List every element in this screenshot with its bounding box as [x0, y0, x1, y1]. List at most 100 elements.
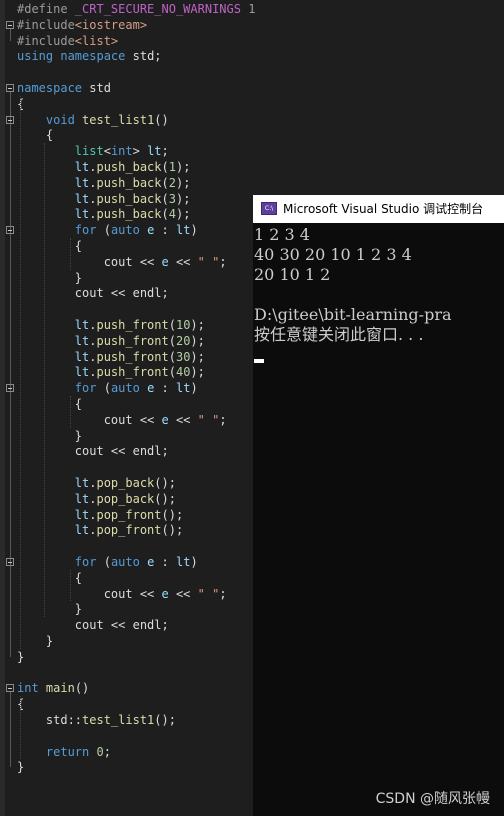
code-token: > [132, 144, 148, 159]
code-token: ( [161, 207, 169, 222]
code-line: using namespace std; [17, 48, 162, 64]
fold-toggle-icon[interactable] [6, 384, 14, 393]
code-token: ; [161, 144, 169, 159]
code-token: lt [74, 507, 90, 522]
code-token: { [17, 397, 83, 411]
code-line: namespace std [17, 80, 111, 96]
fold-toggle-icon[interactable] [6, 558, 14, 566]
code-token: cout << endl; [17, 286, 169, 301]
indent-guide [70, 396, 71, 428]
code-token: ( [161, 160, 169, 174]
code-token: } [17, 270, 83, 285]
code-token: : [154, 381, 176, 396]
code-token: return [45, 744, 90, 759]
code-token: ); [175, 191, 191, 206]
fold-toggle-icon[interactable] [6, 20, 14, 29]
code-line: } [17, 428, 82, 444]
code-token: } [17, 602, 83, 617]
code-token: lt [74, 523, 90, 538]
code-token: cout << [17, 586, 162, 601]
code-line: { [17, 238, 82, 254]
code-token: ( [168, 318, 176, 332]
code-line: #define _CRT_SECURE_NO_WARNINGS 1 [17, 1, 255, 17]
fold-toggle-icon[interactable] [6, 115, 14, 124]
code-line: lt.push_front(30); [17, 349, 205, 365]
code-line: { [17, 127, 53, 143]
code-line: } [17, 649, 24, 665]
code-token: ); [190, 365, 205, 380]
code-line: std::test_list1(); [17, 712, 176, 728]
code-token: ( [161, 175, 169, 190]
code-token: cout << [17, 254, 162, 269]
code-line: } [17, 759, 24, 775]
code-token: lt [147, 144, 162, 159]
code-token: ; [219, 254, 227, 269]
code-token: pop_back [96, 476, 155, 490]
code-token: push_front [96, 318, 169, 332]
code-line: cout << endl; [17, 285, 169, 301]
code-token: auto [110, 223, 140, 238]
code-token: 1 [168, 160, 176, 174]
code-token: for [74, 555, 97, 569]
code-token: cout << endl; [17, 444, 169, 459]
fold-line [10, 392, 11, 436]
code-token: push_front [96, 333, 169, 348]
debug-console-window[interactable]: C:\ Microsoft Visual Studio 调试控制台 1 2 3 … [253, 195, 504, 816]
code-token: lt [74, 160, 90, 174]
console-titlebar[interactable]: C:\ Microsoft Visual Studio 调试控制台 [253, 195, 504, 223]
code-token: push_front [96, 365, 169, 380]
code-line: cout << e << " "; [17, 412, 227, 428]
code-token: ( [168, 349, 176, 364]
console-output-line: 40 30 20 10 1 2 3 4 [254, 245, 412, 264]
code-token: ) [190, 381, 198, 396]
code-token: 30 [175, 349, 191, 364]
fold-toggle-icon[interactable] [6, 84, 14, 92]
code-line: { [17, 570, 82, 586]
code-token: push_back [96, 175, 162, 190]
code-token: lt [74, 491, 90, 506]
code-line: lt.push_front(20); [17, 333, 205, 349]
console-output-line: 1 2 3 4 [254, 225, 310, 244]
code-line: list<int> lt; [17, 143, 169, 159]
code-token: cout << endl; [17, 618, 169, 633]
code-token: int [17, 681, 39, 696]
code-line: void test_list1() [17, 112, 169, 128]
code-token: { [17, 128, 54, 143]
code-line: lt.push_front(10); [17, 317, 205, 333]
code-token: : [154, 555, 176, 569]
code-token: " " [197, 412, 220, 427]
fold-line [10, 234, 11, 278]
code-token: 2 [168, 175, 176, 190]
code-token: push_back [96, 160, 162, 174]
console-output-line: 按任意键关闭此窗口. . . [254, 325, 424, 344]
code-token: pop_front [96, 507, 162, 522]
code-token: ( [96, 381, 111, 396]
code-token: lt [74, 318, 90, 332]
code-token: namespace [17, 81, 83, 95]
fold-toggle-icon[interactable] [6, 684, 14, 693]
code-token: ); [175, 207, 191, 222]
code-token: ( [96, 555, 111, 569]
code-token: (); [154, 491, 176, 506]
fold-toggle-icon[interactable] [6, 226, 14, 235]
code-token: lt [74, 175, 90, 190]
code-token: (); [161, 523, 184, 538]
code-token: ); [190, 333, 205, 348]
code-token: for [74, 381, 97, 396]
editor-gutter [0, 0, 5, 816]
code-token: lt [176, 381, 191, 396]
code-token: ; [219, 586, 227, 601]
code-token: push_front [96, 349, 169, 364]
code-token: ) [190, 223, 198, 238]
code-token: 0 [96, 744, 104, 759]
code-token: (); [154, 713, 176, 727]
